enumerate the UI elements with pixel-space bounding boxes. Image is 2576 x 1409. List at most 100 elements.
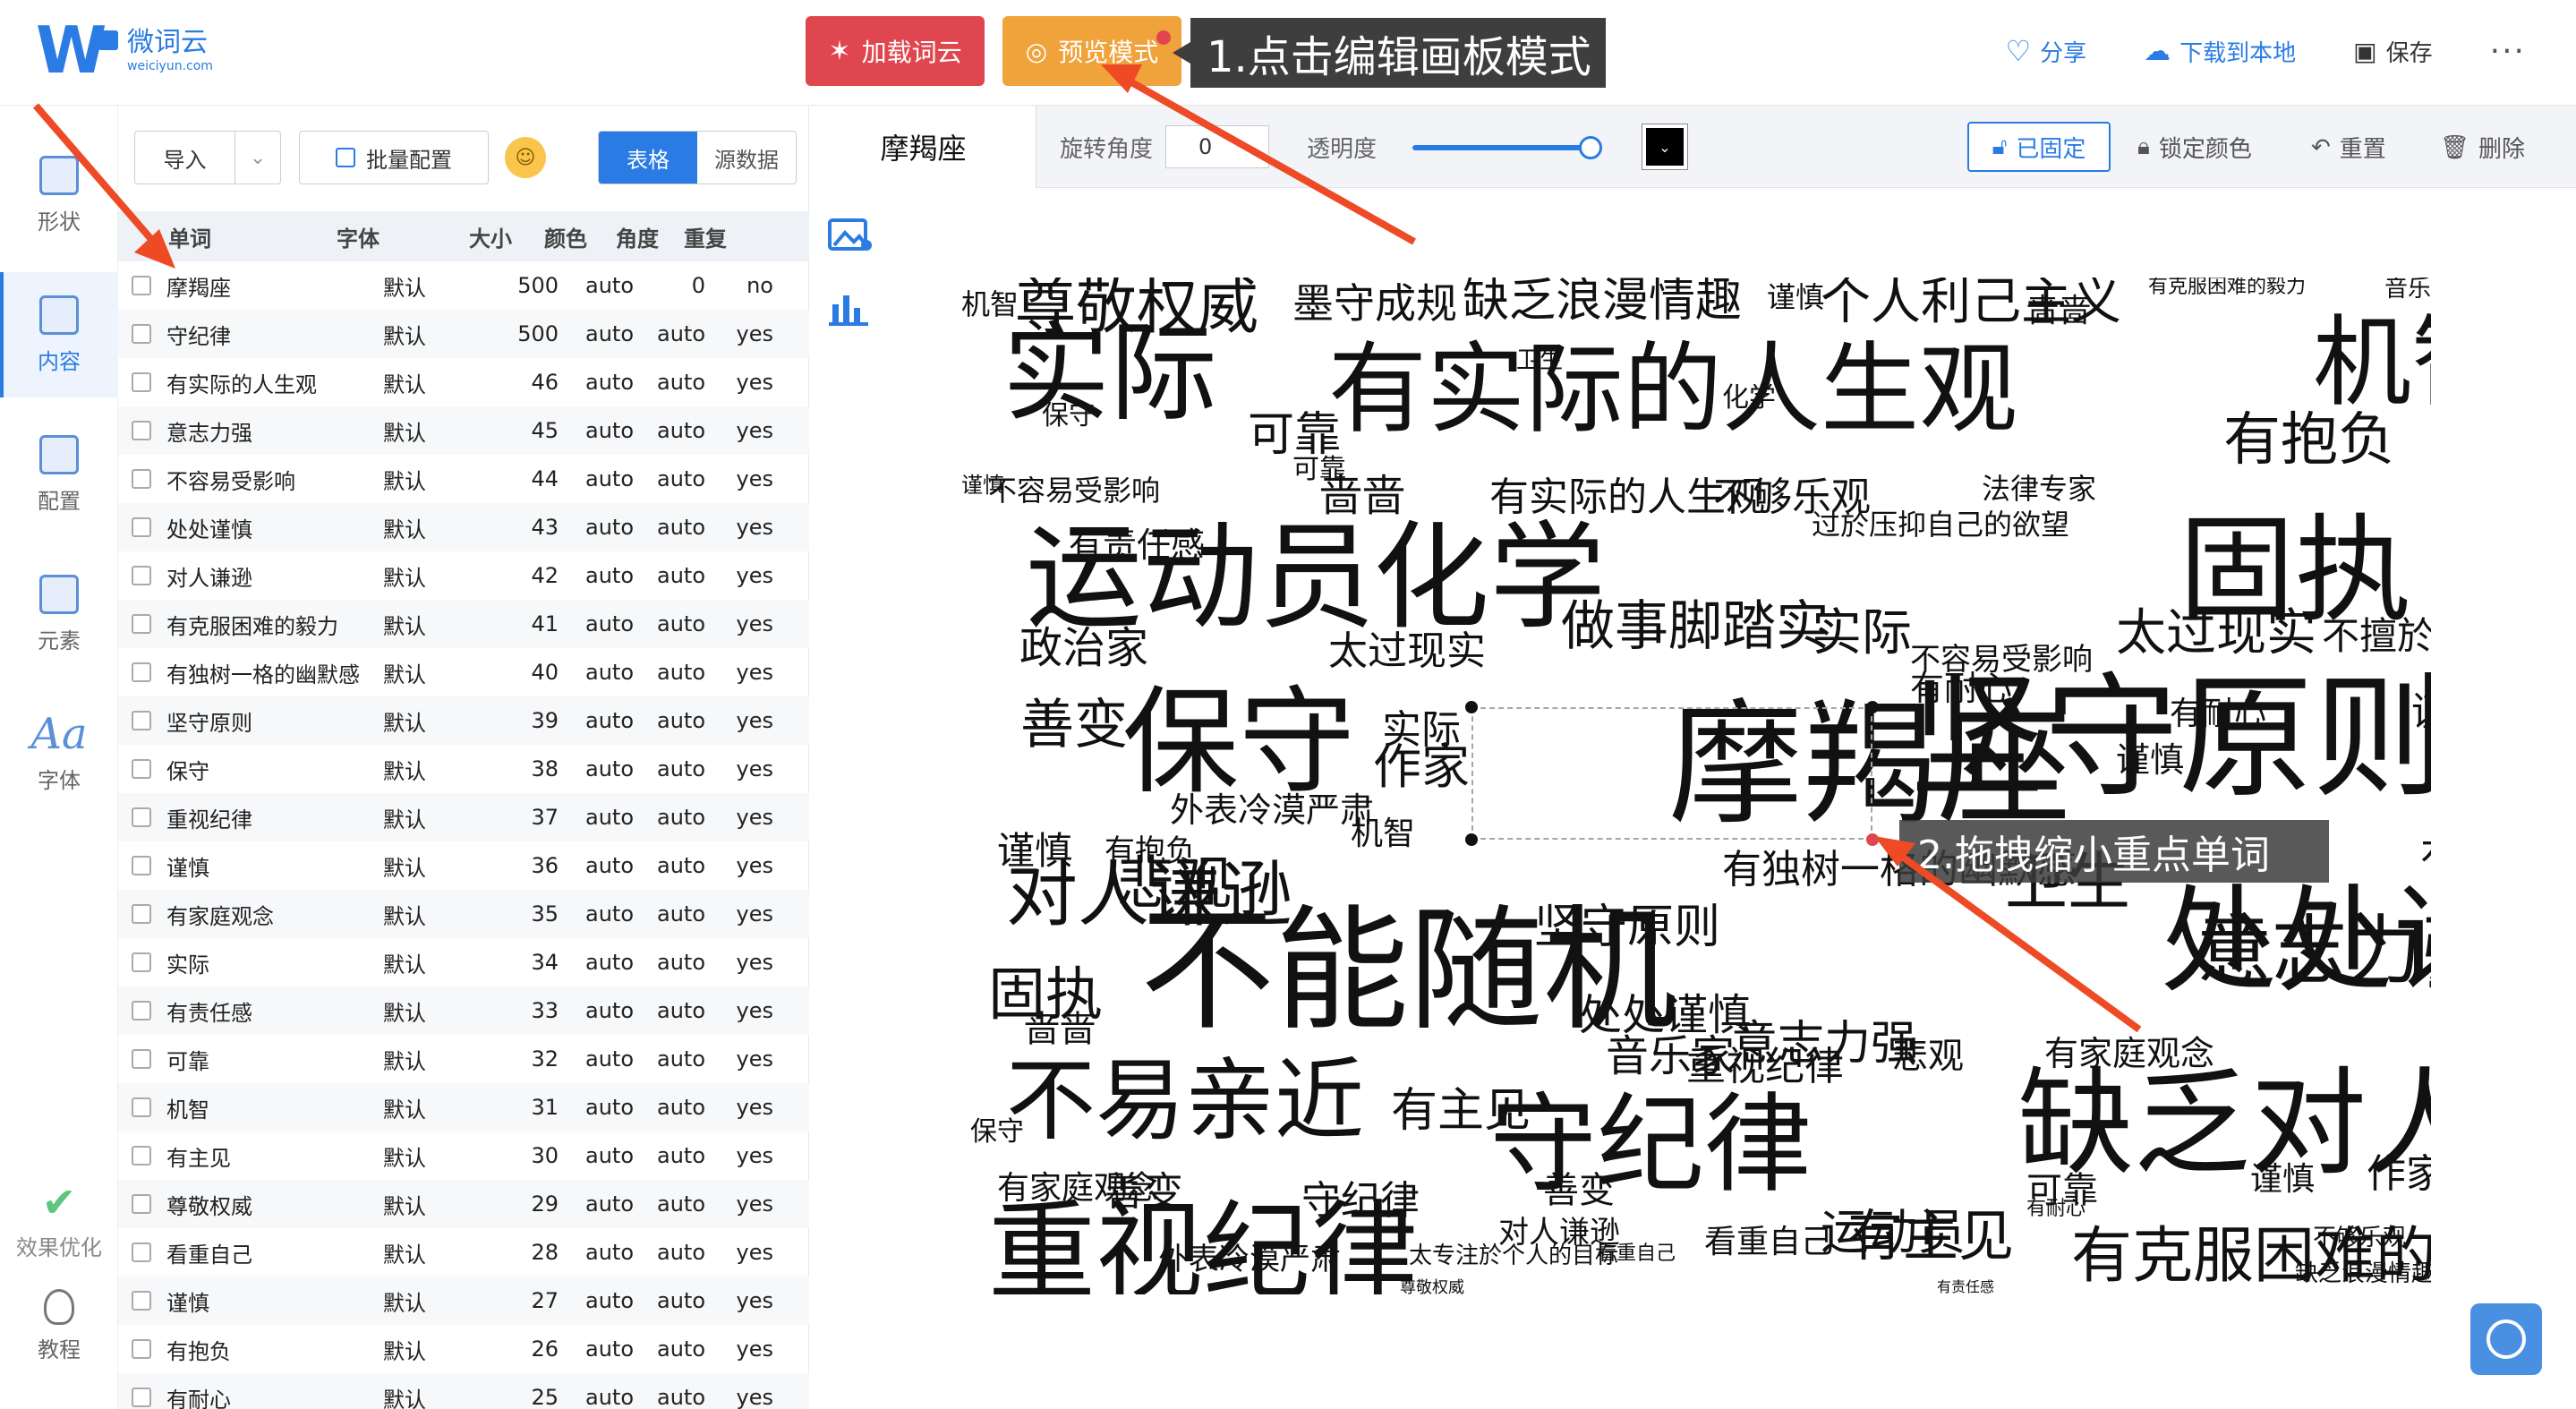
cell-color[interactable]: auto (559, 1240, 634, 1265)
cell-word[interactable]: 摩羯座 (165, 270, 380, 302)
cell-font[interactable]: 默认 (380, 899, 487, 930)
reset-button[interactable]: ↶ 重置 (2311, 131, 2386, 164)
cell-size[interactable]: 30 (487, 1143, 559, 1168)
cell-angle[interactable]: auto (634, 1240, 705, 1265)
cell-word[interactable]: 坚守原则 (165, 705, 380, 737)
cell-color[interactable]: auto (559, 1095, 634, 1120)
cell-repeat[interactable]: yes (705, 1288, 780, 1313)
cell-size[interactable]: 40 (487, 660, 559, 685)
checkbox[interactable] (132, 1097, 151, 1117)
cell-size[interactable]: 25 (487, 1385, 559, 1409)
cell-color[interactable]: auto (559, 660, 634, 685)
cloud-word[interactable]: 缺乏浪漫情趣 (1463, 278, 1742, 324)
cell-size[interactable]: 26 (487, 1336, 559, 1362)
download-button[interactable]: ☁ 下载到本地 (2144, 35, 2296, 68)
resize-handle[interactable] (1866, 701, 1879, 713)
cell-font[interactable]: 默认 (380, 512, 487, 543)
cell-color[interactable]: auto (559, 370, 634, 395)
cell-word[interactable]: 保守 (165, 754, 380, 785)
cloud-word[interactable]: 外表冷漠严肃 (1158, 1244, 1341, 1275)
cell-size[interactable]: 32 (487, 1046, 559, 1072)
table-row[interactable]: 守纪律 默认 500 auto auto yes (118, 310, 809, 358)
cell-size[interactable]: 34 (487, 950, 559, 975)
cell-repeat[interactable]: yes (705, 1095, 780, 1120)
cell-size[interactable]: 500 (487, 273, 559, 298)
table-row[interactable]: 机智 默认 31 auto auto yes (118, 1083, 809, 1131)
cell-repeat[interactable]: yes (705, 1336, 780, 1362)
cloud-word[interactable]: 悲观 (1892, 1038, 1964, 1074)
nav-font[interactable]: Aa 字体 (0, 691, 118, 816)
cell-font[interactable]: 默认 (380, 705, 487, 737)
cell-word[interactable]: 有家庭观念 (165, 899, 380, 930)
cloud-word[interactable]: 作家 (1373, 743, 1470, 791)
cell-size[interactable]: 39 (487, 708, 559, 733)
cell-word[interactable]: 处处谨慎 (165, 512, 380, 543)
cloud-word[interactable]: 缺乏浪漫情趣 (2295, 1262, 2431, 1285)
checkbox[interactable] (132, 1194, 151, 1214)
checkbox[interactable] (132, 517, 151, 537)
table-row[interactable]: 坚守原则 默认 39 auto auto yes (118, 696, 809, 745)
cloud-word[interactable]: 意志力强 (2196, 913, 2431, 988)
cell-word[interactable]: 有责任感 (165, 995, 380, 1027)
checkbox[interactable] (132, 421, 151, 440)
selection-box[interactable] (1471, 707, 1872, 840)
cloud-word[interactable]: 不易亲近 (1006, 1056, 1364, 1146)
cell-size[interactable]: 35 (487, 901, 559, 927)
cell-color[interactable]: auto (559, 418, 634, 443)
cell-word[interactable]: 有抱负 (165, 1334, 380, 1365)
logo[interactable]: W 微词云 weiciyun.com (36, 18, 213, 82)
chevron-down-icon[interactable]: ⌄ (235, 132, 280, 184)
table-row[interactable]: 谨慎 默认 36 auto auto yes (118, 841, 809, 890)
checkbox[interactable] (132, 856, 151, 875)
cell-size[interactable]: 500 (487, 321, 559, 346)
cloud-word[interactable]: 看重自己 (1597, 1244, 1676, 1264)
cloud-word[interactable]: 太专注於个人的目标 (1409, 1244, 1618, 1268)
cloud-word[interactable]: 看重自己 (1704, 1226, 1833, 1259)
nav-elements[interactable]: 元素 (0, 551, 118, 677)
cell-word[interactable]: 可靠 (165, 1044, 380, 1075)
cloud-word[interactable]: 有抱负 (2223, 412, 2395, 469)
cell-font[interactable]: 默认 (380, 560, 487, 592)
cell-color[interactable]: auto (559, 1143, 634, 1168)
cell-word[interactable]: 有主见 (165, 1140, 380, 1172)
table-row[interactable]: 有主见 默认 30 auto auto yes (118, 1131, 809, 1180)
cloud-word[interactable]: 坚守原则 (1534, 904, 1720, 951)
cell-angle[interactable]: auto (634, 901, 705, 927)
cell-size[interactable]: 43 (487, 515, 559, 540)
preview-mode-button[interactable]: ◎ 预览模式 (1002, 16, 1181, 86)
cloud-word[interactable]: 外表冷漠严肃 (1170, 793, 1374, 827)
cloud-word[interactable]: 有主见 (1847, 1208, 2014, 1264)
cell-angle[interactable]: auto (634, 466, 705, 491)
cell-angle[interactable]: auto (634, 515, 705, 540)
cloud-word[interactable]: 尊敬权威 (1400, 1280, 1464, 1295)
cell-word[interactable]: 对人谦逊 (165, 560, 380, 592)
table-row[interactable]: 有家庭观念 默认 35 auto auto yes (118, 890, 809, 938)
table-row[interactable]: 实际 默认 34 auto auto yes (118, 938, 809, 986)
checkbox[interactable] (132, 952, 151, 972)
cell-repeat[interactable]: yes (705, 1143, 780, 1168)
cell-size[interactable]: 36 (487, 853, 559, 878)
cell-angle[interactable]: auto (634, 1095, 705, 1120)
cell-word[interactable]: 有克服困难的毅力 (165, 609, 380, 640)
bar-chart-icon[interactable] (827, 286, 874, 328)
image-edit-icon[interactable] (827, 215, 874, 256)
cloud-word[interactable]: 法律专家 (1982, 474, 2096, 503)
cell-font[interactable]: 默认 (380, 367, 487, 398)
cell-size[interactable]: 38 (487, 756, 559, 781)
cell-repeat[interactable]: yes (705, 756, 780, 781)
checkbox[interactable] (132, 711, 151, 730)
cloud-word[interactable]: 太过现实 (2116, 609, 2316, 659)
cloud-word[interactable]: 运动员 (1026, 519, 1375, 636)
cell-color[interactable]: auto (559, 273, 634, 298)
cell-repeat[interactable]: yes (705, 660, 780, 685)
cell-angle[interactable]: auto (634, 853, 705, 878)
cell-font[interactable]: 默认 (380, 319, 487, 350)
cloud-word[interactable]: 坚守原则 (1910, 671, 2431, 806)
help-chat-button[interactable] (2470, 1303, 2542, 1375)
cell-font[interactable]: 默认 (380, 1189, 487, 1220)
cell-size[interactable]: 44 (487, 466, 559, 491)
col-angle[interactable]: 角度 (587, 221, 659, 252)
cloud-word[interactable]: 保守 (1122, 684, 1355, 800)
opacity-slider-handle[interactable] (1579, 136, 1602, 159)
cell-repeat[interactable]: yes (705, 1240, 780, 1265)
